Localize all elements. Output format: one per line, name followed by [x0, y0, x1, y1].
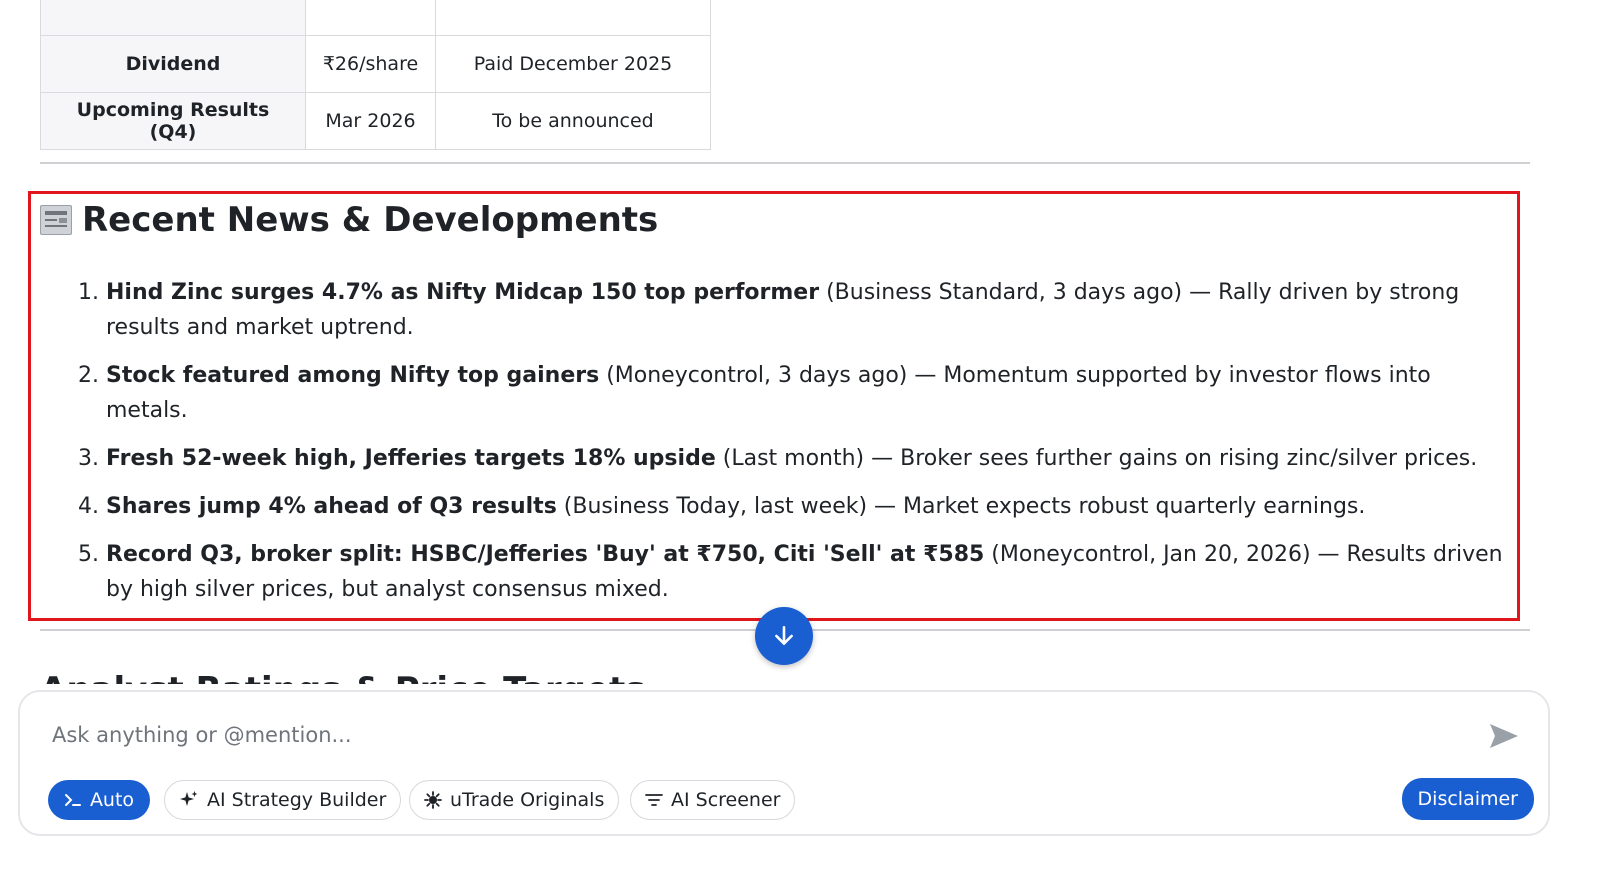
burst-icon	[424, 791, 442, 809]
row-value: Mar 2026	[305, 92, 436, 150]
row-label: Upcoming Results (Q4)	[40, 92, 306, 150]
chat-input[interactable]	[50, 714, 1454, 756]
news-headline: Shares jump 4% ahead of Q3 results	[106, 494, 557, 519]
auto-label: Auto	[89, 789, 135, 811]
arrow-down-icon	[775, 626, 793, 645]
news-source: (Business Today, last week)	[556, 494, 868, 519]
originals-label: uTrade Originals	[450, 789, 605, 811]
disclaimer-button[interactable]: Disclaimer	[1401, 778, 1534, 820]
list-item: Stock featured among Nifty top gainers (…	[106, 358, 1516, 428]
sparkle-icon	[179, 790, 199, 810]
strategy-label: AI Strategy Builder	[207, 789, 387, 811]
table-row: Upcoming Results (Q4) Mar 2026 To be ann…	[40, 92, 711, 150]
send-icon	[1490, 724, 1518, 748]
send-button[interactable]	[1488, 722, 1520, 754]
filter-icon	[645, 793, 663, 807]
news-heading: Recent News & Developments	[40, 200, 658, 240]
news-headline: Hind Zinc surges 4.7% as Nifty Midcap 15…	[106, 280, 820, 305]
news-summary: — Market expects robust quarterly earnin…	[867, 494, 1366, 519]
next-section-heading: Analyst Ratings & Price Targets	[40, 660, 646, 684]
news-headline: Fresh 52-week high, Jefferies targets 18…	[106, 446, 716, 471]
news-source: (Moneycontrol, 3 days ago)	[599, 363, 908, 388]
list-item: Shares jump 4% ahead of Q3 results (Busi…	[106, 489, 1516, 524]
news-headline: Record Q3, broker split: HSBC/Jefferies …	[106, 542, 985, 567]
table-row-partial	[40, 0, 711, 36]
terminal-icon	[64, 793, 82, 807]
scroll-down-button[interactable]	[755, 607, 813, 665]
chat-composer: Auto AI Strategy Builder uTrade Original…	[18, 690, 1550, 836]
newspaper-icon	[40, 205, 72, 235]
news-source: (Last month)	[715, 446, 865, 471]
row-value: ₹26/share	[305, 35, 436, 93]
ai-screener-button[interactable]: AI Screener	[630, 780, 796, 820]
list-item: Record Q3, broker split: HSBC/Jefferies …	[106, 537, 1516, 607]
row-label: Dividend	[40, 35, 306, 93]
row-note: To be announced	[435, 92, 711, 150]
row-note: Paid December 2025	[435, 35, 711, 93]
ai-strategy-builder-button[interactable]: AI Strategy Builder	[164, 780, 402, 820]
list-item: Hind Zinc surges 4.7% as Nifty Midcap 15…	[106, 275, 1516, 345]
screener-label: AI Screener	[671, 789, 781, 811]
list-item: Fresh 52-week high, Jefferies targets 18…	[106, 441, 1516, 476]
news-headline: Stock featured among Nifty top gainers	[106, 363, 600, 388]
financials-table: Dividend ₹26/share Paid December 2025 Up…	[40, 0, 711, 150]
utrade-originals-button[interactable]: uTrade Originals	[409, 780, 620, 820]
news-summary: — Broker sees further gains on rising zi…	[864, 446, 1478, 471]
table-row: Dividend ₹26/share Paid December 2025	[40, 35, 711, 93]
news-title: Recent News & Developments	[82, 200, 659, 240]
news-source: (Business Standard, 3 days ago)	[819, 280, 1183, 305]
auto-mode-button[interactable]: Auto	[48, 780, 150, 820]
news-list: Hind Zinc surges 4.7% as Nifty Midcap 15…	[106, 275, 1516, 620]
news-source: (Moneycontrol, Jan 20, 2026)	[984, 542, 1311, 567]
divider	[40, 162, 1530, 164]
